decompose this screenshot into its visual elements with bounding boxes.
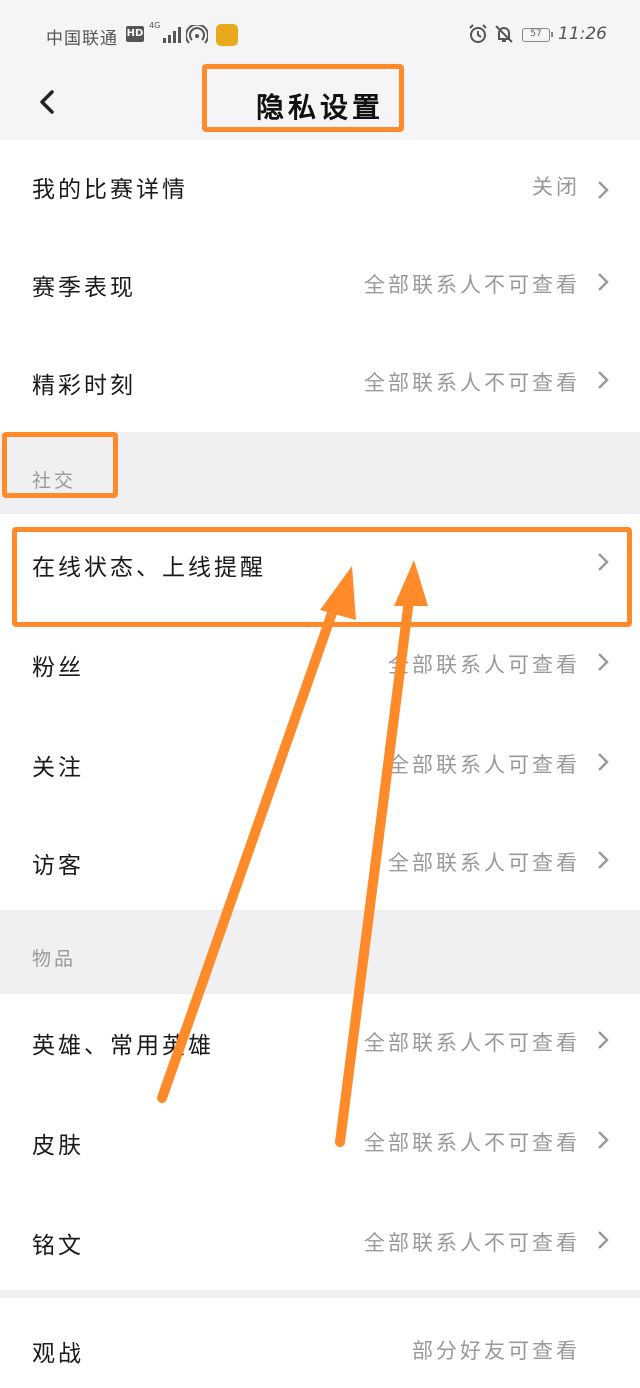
carrier-name: 中国联通 — [46, 29, 118, 49]
section-divider — [0, 1290, 640, 1298]
row-value: 全部联系人可查看 — [388, 851, 580, 875]
row-label: 皮肤 — [32, 1133, 84, 1159]
row-value: 部分好友可查看 — [412, 1339, 580, 1363]
row-label: 关注 — [32, 755, 84, 781]
page-title: 隐私设置 — [255, 91, 384, 124]
row-label: 访客 — [32, 853, 84, 879]
chevron-right-icon — [598, 273, 609, 291]
row-following[interactable]: 关注 全部联系人可查看 — [0, 714, 640, 814]
row-value: 全部联系人不可查看 — [364, 1031, 580, 1055]
row-value: 全部联系人不可查看 — [364, 273, 580, 297]
section-label: 物品 — [32, 948, 77, 970]
row-label: 精彩时刻 — [32, 373, 136, 399]
row-value: 全部联系人可查看 — [388, 653, 580, 677]
signal-icon — [163, 27, 181, 43]
status-time: 11:26 — [558, 24, 607, 44]
row-value: 全部联系人不可查看 — [364, 1131, 580, 1155]
hd-badge: HD — [126, 26, 144, 42]
nav-bar: 隐私设置 — [0, 72, 640, 140]
chevron-right-icon — [598, 553, 609, 571]
chevron-right-icon — [598, 851, 609, 869]
row-fans[interactable]: 粉丝 全部联系人可查看 — [0, 614, 640, 714]
chevron-right-icon — [598, 1031, 609, 1049]
row-value: 全部联系人可查看 — [388, 753, 580, 777]
chevron-right-icon — [598, 653, 609, 671]
row-heroes[interactable]: 英雄、常用英雄 全部联系人不可查看 — [0, 994, 640, 1094]
row-skins[interactable]: 皮肤 全部联系人不可查看 — [0, 1094, 640, 1194]
chevron-right-icon — [598, 753, 609, 771]
row-label: 粉丝 — [32, 655, 84, 681]
network-type: 4G — [149, 21, 161, 30]
chevron-right-icon — [598, 1231, 609, 1249]
row-online-status[interactable]: 在线状态、上线提醒 — [0, 514, 640, 614]
row-spectate[interactable]: 观战 部分好友可查看 — [0, 1298, 640, 1388]
row-highlights[interactable]: 精彩时刻 全部联系人不可查看 — [0, 340, 640, 432]
status-bar: 中国联通 HD 4G 57 11:26 — [0, 0, 640, 72]
row-value: 全部联系人不可查看 — [364, 371, 580, 395]
chevron-right-icon — [598, 371, 609, 389]
bell-off-icon — [495, 25, 513, 43]
app-notification-icon — [216, 24, 238, 46]
row-label: 英雄、常用英雄 — [32, 1033, 214, 1059]
chevron-right-icon — [598, 1131, 609, 1149]
row-season-performance[interactable]: 赛季表现 全部联系人不可查看 — [0, 240, 640, 340]
chevron-right-icon — [598, 181, 609, 199]
row-label: 我的比赛详情 — [32, 177, 188, 203]
section-header-items: 物品 — [0, 910, 640, 994]
row-inscriptions[interactable]: 铭文 全部联系人不可查看 — [0, 1194, 640, 1290]
row-label: 在线状态、上线提醒 — [32, 555, 266, 581]
hotspot-icon — [186, 25, 208, 44]
row-visitors[interactable]: 访客 全部联系人可查看 — [0, 814, 640, 910]
row-value: 关闭 — [532, 175, 580, 199]
row-label: 赛季表现 — [32, 275, 136, 301]
row-value: 全部联系人不可查看 — [364, 1231, 580, 1255]
section-header-social: 社交 — [0, 432, 640, 514]
section-label: 社交 — [32, 470, 77, 492]
battery-level: 57 — [530, 29, 542, 39]
row-match-details[interactable]: 我的比赛详情 关闭 — [0, 140, 640, 240]
battery-icon: 57 — [522, 28, 553, 42]
alarm-icon — [469, 24, 487, 43]
row-label: 铭文 — [32, 1233, 84, 1259]
row-label: 观战 — [32, 1341, 84, 1367]
